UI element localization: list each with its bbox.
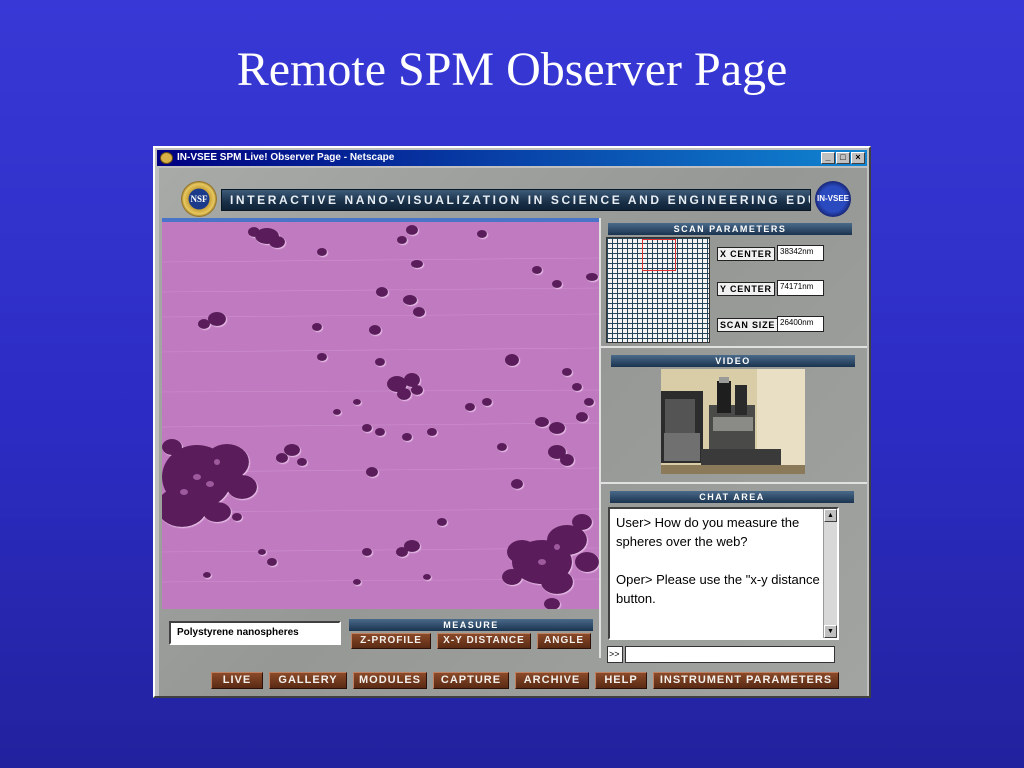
video-feed[interactable] xyxy=(661,369,805,474)
scan-size-label: SCAN SIZE xyxy=(717,318,779,332)
slide-title: Remote SPM Observer Page xyxy=(236,43,788,96)
minimize-button[interactable]: _ xyxy=(821,152,835,164)
afm-scan-image[interactable] xyxy=(162,218,599,609)
xy-distance-button[interactable]: X-Y DISTANCE xyxy=(437,633,531,649)
netscape-app-icon xyxy=(160,152,173,164)
browser-window: IN-VSEE SPM Live! Observer Page - Netsca… xyxy=(153,146,871,698)
image-caption: Polystyrene nanospheres xyxy=(169,621,341,645)
video-header: VIDEO xyxy=(611,355,855,367)
chat-scrollbar[interactable]: ▲ ▼ xyxy=(823,509,837,638)
scan-region-marker[interactable] xyxy=(642,239,676,271)
chat-log[interactable]: User> How do you measure the spheres ove… xyxy=(608,507,839,640)
section-divider-2 xyxy=(600,482,867,484)
window-titlebar[interactable]: IN-VSEE SPM Live! Observer Page - Netsca… xyxy=(157,150,867,166)
y-center-field[interactable]: 74171nm xyxy=(777,280,824,296)
maximize-button[interactable]: □ xyxy=(836,152,850,164)
nanosphere-image-graphic xyxy=(162,222,599,609)
panel-divider xyxy=(599,218,601,658)
nav-capture-button[interactable]: CAPTURE xyxy=(433,672,509,689)
measure-header: MEASURE xyxy=(349,619,593,631)
nav-gallery-button[interactable]: GALLERY xyxy=(269,672,347,689)
window-title: IN-VSEE SPM Live! Observer Page - Netsca… xyxy=(177,152,395,163)
nav-help-button[interactable]: HELP xyxy=(595,672,647,689)
chat-input-field[interactable] xyxy=(625,646,835,663)
x-center-field[interactable]: 38342nm xyxy=(777,245,824,261)
close-button[interactable]: × xyxy=(851,152,865,164)
microscope-camera-graphic xyxy=(661,369,805,474)
scan-parameters-header: SCAN PARAMETERS xyxy=(608,223,852,235)
nav-instrument-parameters-button[interactable]: INSTRUMENT PARAMETERS xyxy=(653,672,839,689)
banner-title: INTERACTIVE NANO-VISUALIZATION IN SCIENC… xyxy=(221,189,811,211)
chat-prompt-symbol: >> xyxy=(607,646,623,663)
y-center-label: Y CENTER xyxy=(717,282,775,296)
nav-modules-button[interactable]: MODULES xyxy=(353,672,427,689)
nsf-logo: NSF xyxy=(181,181,217,217)
scroll-down-icon[interactable]: ▼ xyxy=(824,625,837,638)
angle-button[interactable]: ANGLE xyxy=(537,633,591,649)
z-profile-button[interactable]: Z-PROFILE xyxy=(351,633,431,649)
scan-area-grid[interactable] xyxy=(606,237,710,343)
nav-archive-button[interactable]: ARCHIVE xyxy=(515,672,589,689)
header-banner: NSF INTERACTIVE NANO-VISUALIZATION IN SC… xyxy=(181,178,851,222)
chat-messages: User> How do you measure the spheres ove… xyxy=(616,515,820,606)
chat-area-header: CHAT AREA xyxy=(610,491,854,503)
nav-live-button[interactable]: LIVE xyxy=(211,672,263,689)
page-content: NSF INTERACTIVE NANO-VISUALIZATION IN SC… xyxy=(159,168,867,696)
scan-size-field[interactable]: 26400nm xyxy=(777,316,824,332)
scroll-up-icon[interactable]: ▲ xyxy=(824,509,837,522)
invsee-logo: IN-VSEE xyxy=(815,181,851,217)
x-center-label: X CENTER xyxy=(717,247,775,261)
section-divider xyxy=(600,346,867,348)
